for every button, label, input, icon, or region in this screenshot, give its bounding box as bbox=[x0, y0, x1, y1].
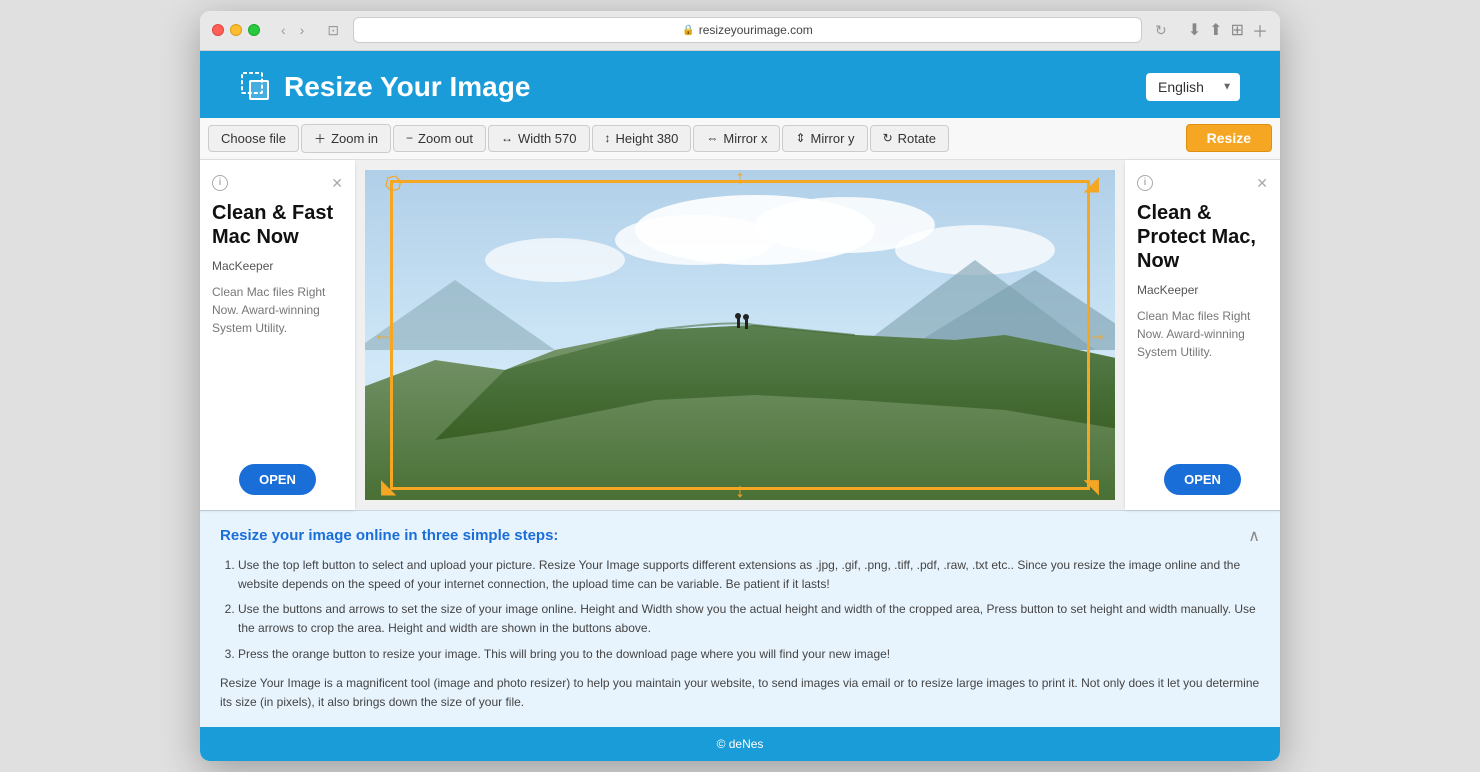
ad-info-button-left[interactable]: i bbox=[212, 175, 228, 191]
mirror-x-label: Mirror x bbox=[723, 131, 767, 146]
reload-button[interactable]: ↻ bbox=[1150, 20, 1172, 41]
width-button[interactable]: ↔ Width 570 bbox=[488, 125, 590, 152]
new-tab-button[interactable]: ＋ bbox=[1252, 18, 1268, 42]
height-label: Height 380 bbox=[616, 131, 679, 146]
browser-window: ‹ › ⊡ 🔒 resizeyourimage.com ↻ ⬇ ⬆ ⊞ ＋ Re… bbox=[200, 11, 1280, 761]
resize-label: Resize bbox=[1207, 130, 1251, 146]
resize-button[interactable]: Resize bbox=[1186, 124, 1272, 152]
mirror-x-icon: ⇔ bbox=[706, 131, 718, 145]
mirror-y-button[interactable]: ⇕ Mirror y bbox=[782, 125, 867, 152]
info-title-text: Resize your image online in three simple… bbox=[220, 527, 558, 544]
nav-buttons: ‹ › bbox=[276, 20, 309, 40]
info-toggle-button[interactable]: ∧ bbox=[1248, 526, 1260, 546]
ad-open-button-left[interactable]: OPEN bbox=[239, 464, 316, 495]
image-container: ⬡ ◢ ◣ ◥ ↑ ↓ ← → bbox=[365, 170, 1115, 500]
share-button[interactable]: ⬆ bbox=[1209, 18, 1222, 42]
ad-open-button-right[interactable]: OPEN bbox=[1164, 464, 1241, 495]
rotate-label: Rotate bbox=[898, 131, 936, 146]
height-icon: ↕ bbox=[605, 131, 611, 145]
ad-close-row-left: i ✕ bbox=[212, 175, 343, 191]
mirror-y-label: Mirror y bbox=[811, 131, 855, 146]
width-icon: ↔ bbox=[501, 131, 513, 145]
app-title: Resize Your Image bbox=[284, 71, 530, 103]
info-step-2: Use the buttons and arrows to set the si… bbox=[238, 600, 1260, 638]
ad-body-right: Clean Mac files Right Now. Award-winning… bbox=[1137, 307, 1268, 361]
forward-button[interactable]: › bbox=[295, 20, 310, 40]
info-section: Resize your image online in three simple… bbox=[200, 510, 1280, 727]
ad-headline-left: Clean & Fast Mac Now bbox=[212, 201, 343, 249]
footer-copyright: © deNes bbox=[717, 737, 764, 751]
ad-brand-right: MacKeeper bbox=[1137, 283, 1268, 297]
ad-close-button-right[interactable]: ✕ bbox=[1256, 176, 1268, 190]
ad-brand-left: MacKeeper bbox=[212, 259, 343, 273]
ad-body-left: Clean Mac files Right Now. Award-winning… bbox=[212, 283, 343, 337]
app-header: Resize Your Image English Français Españ… bbox=[200, 51, 1280, 118]
choose-file-button[interactable]: Choose file bbox=[208, 125, 299, 152]
reading-mode-button[interactable]: ⊡ bbox=[321, 20, 345, 41]
mirror-y-icon: ⇕ bbox=[795, 131, 805, 145]
zoom-in-label: Zoom in bbox=[331, 131, 378, 146]
ad-panel-left: i ✕ Clean & Fast Mac Now MacKeeper Clean… bbox=[200, 160, 355, 510]
image-workspace: ⬡ ◢ ◣ ◥ ↑ ↓ ← → bbox=[355, 160, 1125, 510]
logo-icon bbox=[240, 71, 272, 103]
download-button[interactable]: ⬇ bbox=[1188, 18, 1201, 42]
plus-icon: ＋ bbox=[314, 130, 326, 147]
mountain-image bbox=[365, 170, 1115, 500]
main-content: i ✕ Clean & Fast Mac Now MacKeeper Clean… bbox=[200, 160, 1280, 510]
language-selector[interactable]: English Français Español Deutsch ▼ bbox=[1146, 73, 1240, 101]
language-select[interactable]: English Français Español Deutsch bbox=[1146, 73, 1240, 101]
url-bar[interactable]: 🔒 resizeyourimage.com bbox=[353, 17, 1142, 43]
zoom-out-label: Zoom out bbox=[418, 131, 473, 146]
info-description: Resize Your Image is a magnificent tool … bbox=[220, 674, 1260, 712]
ad-close-button-left[interactable]: ✕ bbox=[331, 176, 343, 190]
info-step-3: Press the orange button to resize your i… bbox=[238, 645, 1260, 664]
ad-close-row-right: i ✕ bbox=[1137, 175, 1268, 191]
mirror-x-button[interactable]: ⇔ Mirror x bbox=[693, 125, 780, 152]
toolbar: Choose file ＋ Zoom in − Zoom out ↔ Width… bbox=[200, 118, 1280, 160]
info-steps-list: Use the top left button to select and up… bbox=[220, 556, 1260, 664]
lock-icon: 🔒 bbox=[682, 25, 694, 36]
browser-titlebar: ‹ › ⊡ 🔒 resizeyourimage.com ↻ ⬇ ⬆ ⊞ ＋ bbox=[200, 11, 1280, 51]
logo-area: Resize Your Image bbox=[240, 71, 530, 103]
back-button[interactable]: ‹ bbox=[276, 20, 291, 40]
rotate-button[interactable]: ↻ Rotate bbox=[870, 125, 949, 152]
fullscreen-button[interactable] bbox=[248, 24, 260, 36]
browser-actions: ⬇ ⬆ ⊞ ＋ bbox=[1188, 18, 1268, 42]
app-footer: © deNes bbox=[200, 727, 1280, 761]
ad-panel-right: i ✕ Clean & Protect Mac, Now MacKeeper C… bbox=[1125, 160, 1280, 510]
height-button[interactable]: ↕ Height 380 bbox=[592, 125, 692, 152]
width-label: Width 570 bbox=[518, 131, 577, 146]
traffic-lights bbox=[212, 24, 260, 36]
choose-label: Choose file bbox=[221, 131, 286, 146]
rotate-icon: ↻ bbox=[883, 131, 893, 145]
zoom-in-button[interactable]: ＋ Zoom in bbox=[301, 124, 391, 153]
minus-icon: − bbox=[406, 131, 413, 145]
ad-headline-right: Clean & Protect Mac, Now bbox=[1137, 201, 1268, 273]
close-button[interactable] bbox=[212, 24, 224, 36]
ad-info-button-right[interactable]: i bbox=[1137, 175, 1153, 191]
info-title-row: Resize your image online in three simple… bbox=[220, 526, 1260, 546]
url-text: resizeyourimage.com bbox=[699, 23, 813, 37]
tab-grid-button[interactable]: ⊞ bbox=[1231, 18, 1244, 42]
zoom-out-button[interactable]: − Zoom out bbox=[393, 125, 486, 152]
app-container: Resize Your Image English Français Españ… bbox=[200, 51, 1280, 761]
info-step-1: Use the top left button to select and up… bbox=[238, 556, 1260, 594]
minimize-button[interactable] bbox=[230, 24, 242, 36]
